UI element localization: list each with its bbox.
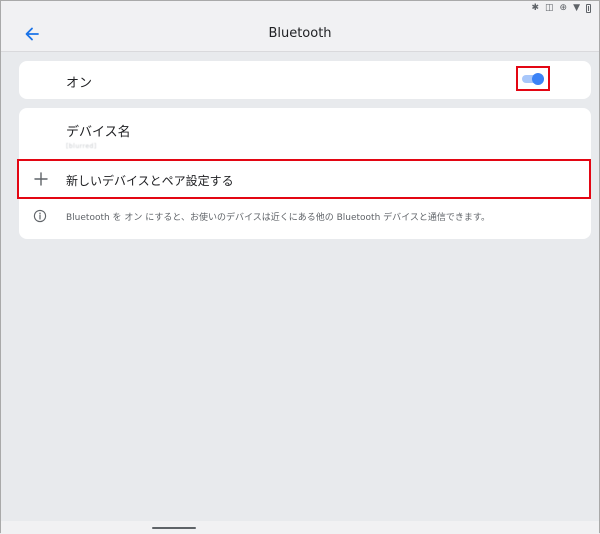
bluetooth-icon: ✱ (531, 3, 540, 13)
pair-new-device-button[interactable]: 新しいデバイスとペア設定する (17, 159, 591, 199)
wifi-icon: ▼ (573, 3, 580, 13)
navigation-bar (1, 521, 599, 534)
device-name-value: [blurred] (66, 143, 97, 150)
home-gesture-handle[interactable] (152, 527, 196, 529)
bluetooth-toggle-card: オン (19, 61, 591, 99)
battery-icon (586, 3, 591, 13)
vibrate-icon: ◫ (545, 3, 554, 13)
info-icon (33, 209, 47, 223)
status-bar: ✱ ◫ ⊕ ▼ (1, 1, 599, 17)
toggle-highlight-box (516, 66, 550, 91)
info-text: Bluetooth を オン にすると、お使いのデバイスは近くにある他の Blu… (66, 213, 490, 223)
page-title: Bluetooth (268, 26, 332, 41)
status-icons: ✱ ◫ ⊕ ▼ (531, 3, 591, 13)
info-row: Bluetooth を オン にすると、お使いのデバイスは近くにある他の Blu… (19, 206, 591, 226)
bluetooth-toggle-label: オン (66, 76, 93, 91)
device-name-item[interactable]: デバイス名 [blurred] (66, 121, 131, 150)
screen-frame: ✱ ◫ ⊕ ▼ Bluetooth オン デバイス名 [blurred] 新しい… (0, 0, 600, 534)
device-name-title: デバイス名 (66, 125, 131, 140)
device-card: デバイス名 [blurred] 新しいデバイスとペア設定する Bluetooth… (17, 108, 591, 239)
app-bar: Bluetooth (1, 17, 599, 52)
pair-highlight-box (17, 159, 591, 199)
location-icon: ⊕ (559, 3, 568, 13)
